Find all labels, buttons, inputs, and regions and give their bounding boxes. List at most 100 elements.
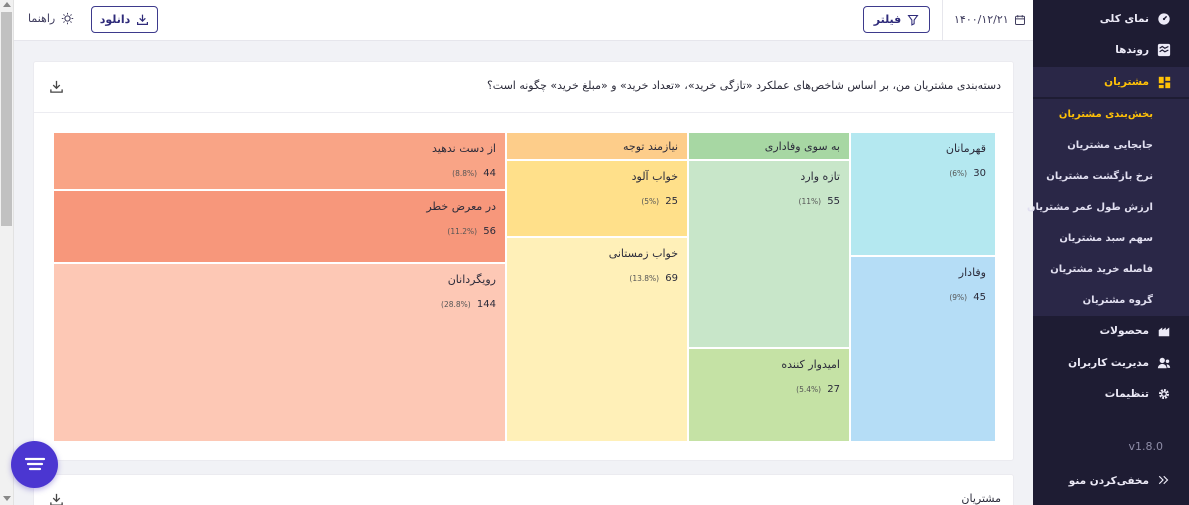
cell-label: در معرض خطر — [426, 200, 496, 213]
submenu-item-label: ارزش طول عمر مشتریان — [1026, 202, 1153, 213]
submenu-item-cohorts[interactable]: گروه مشتریان — [1033, 285, 1189, 316]
download-label: دانلود — [99, 13, 131, 26]
sidebar: نمای کلی روندها مشتریان بخش‌بندی مشتریان… — [1027, 0, 1189, 505]
customers-submenu: بخش‌بندی مشتریان جابجایی مشتریان نرخ باز… — [1027, 99, 1189, 316]
treemap-group-potential-loyalist: به سوی وفاداری — [688, 132, 850, 160]
menu-fab-button[interactable] — [11, 441, 58, 488]
submenu-item-label: نرخ بازگشت مشتریان — [1046, 171, 1153, 182]
submenu-item-return-rate[interactable]: نرخ بازگشت مشتریان — [1033, 161, 1189, 192]
cell-count: 45 — [973, 292, 986, 303]
sidebar-item-label: محصولات — [1099, 325, 1149, 337]
trends-icon — [1157, 43, 1171, 57]
users-icon — [1157, 356, 1171, 370]
cell-count: 69 — [665, 273, 678, 284]
segmentation-card: دسته‌بندی مشتریان من، بر اساس شاخص‌های ع… — [33, 61, 1014, 461]
treemap-cell-about-to-sleep[interactable]: خواب آلود (5%) 25 — [506, 160, 688, 237]
card-title: دسته‌بندی مشتریان من، بر اساس شاخص‌های ع… — [486, 79, 1001, 92]
cell-value: (9%) 45 — [949, 292, 986, 303]
help-link[interactable]: راهنما — [28, 12, 74, 25]
cell-value: (5.4%) 27 — [796, 384, 840, 395]
cell-percent: (28.8%) — [441, 300, 471, 309]
submenu-item-segmentation[interactable]: بخش‌بندی مشتریان — [1033, 99, 1189, 130]
page-scrollbar[interactable] — [0, 0, 14, 505]
collapse-menu-button[interactable]: مخفی‌کردن منو — [1033, 468, 1189, 494]
cell-count: 27 — [827, 384, 840, 395]
card-title: مشتریان — [961, 492, 1001, 505]
cell-percent: (8.8%) — [452, 169, 478, 178]
help-label: راهنما — [28, 12, 56, 25]
cell-count: 144 — [476, 299, 496, 310]
cell-count: 44 — [483, 168, 496, 179]
lightbulb-icon — [62, 12, 74, 25]
sidebar-item-user-management[interactable]: مدیریت کاربران — [1033, 348, 1189, 378]
treemap-cell-loyal[interactable]: وفادار (9%) 45 — [850, 256, 996, 442]
submenu-item-purchase-interval[interactable]: فاصله خرید مشتریان — [1033, 254, 1189, 285]
sidebar-item-products[interactable]: محصولات — [1033, 316, 1189, 346]
card-header: دسته‌بندی مشتریان من، بر اساس شاخص‌های ع… — [34, 62, 1013, 113]
cell-value: (11.2%) 56 — [447, 226, 496, 237]
cell-percent: (5%) — [641, 197, 660, 206]
download-icon[interactable] — [49, 492, 64, 505]
cell-value: (6%) 30 — [949, 168, 986, 179]
download-icon[interactable] — [49, 79, 64, 94]
cell-percent: (9%) — [949, 293, 968, 302]
cell-label: امیدوار کننده — [781, 358, 840, 371]
products-icon — [1157, 324, 1171, 338]
cell-value: (13.8%) 69 — [629, 273, 678, 284]
cell-label: رویگردانان — [447, 273, 496, 286]
cell-count: 25 — [665, 196, 678, 207]
date-picker[interactable]: ۱۴۰۰/۱۲/۲۱ — [954, 13, 1026, 26]
sidebar-item-label: تنظیمات — [1104, 388, 1149, 400]
lines-menu-icon — [24, 457, 45, 470]
treemap-cell-at-risk[interactable]: در معرض خطر (11.2%) 56 — [53, 190, 506, 263]
group-label: نیازمند توجه — [623, 140, 678, 153]
scrollbar-thumb[interactable] — [1, 12, 12, 226]
download-icon — [137, 14, 149, 25]
submenu-item-wallet-share[interactable]: سهم سبد مشتریان — [1033, 223, 1189, 254]
sidebar-item-settings[interactable]: تنظیمات — [1033, 379, 1189, 409]
topbar: راهنما دانلود فیلتر ۱۴۰۰/۱۲/۲۱ — [14, 0, 1033, 41]
cell-label: قهرمانان — [945, 142, 986, 155]
sidebar-item-label: روندها — [1115, 44, 1149, 56]
sidebar-item-trends[interactable]: روندها — [1033, 35, 1189, 65]
treemap-cell-promising[interactable]: امیدوار کننده (5.4%) 27 — [688, 348, 850, 442]
cell-value: (8.8%) 44 — [452, 168, 496, 179]
scroll-up-arrow[interactable] — [3, 2, 11, 7]
topbar-separator — [942, 0, 943, 41]
filter-button[interactable]: فیلتر — [863, 6, 930, 33]
treemap-cell-new-customers[interactable]: تازه وارد (11%) 55 — [688, 160, 850, 348]
cell-label: تازه وارد — [800, 170, 840, 183]
treemap-cell-lost[interactable]: رویگردانان (28.8%) 144 — [53, 263, 506, 442]
submenu-item-label: سهم سبد مشتریان — [1059, 233, 1153, 244]
grid-icon — [1157, 75, 1171, 89]
calendar-icon — [1014, 14, 1025, 25]
cell-percent: (5.4%) — [796, 385, 822, 394]
cell-label: از دست ندهید — [431, 142, 496, 155]
treemap-cell-hibernating[interactable]: خواب زمستانی (13.8%) 69 — [506, 237, 688, 442]
sidebar-item-label: نمای کلی — [1099, 13, 1149, 25]
cell-label: وفادار — [958, 266, 986, 279]
filter-icon — [907, 14, 919, 26]
submenu-item-lifetime-value[interactable]: ارزش طول عمر مشتریان — [1027, 192, 1189, 223]
sidebar-item-label: مدیریت کاربران — [1068, 357, 1149, 369]
submenu-item-label: جابجایی مشتریان — [1067, 140, 1153, 151]
dashboard-gauge-icon — [1157, 12, 1171, 26]
cell-label: خواب آلود — [631, 170, 678, 183]
submenu-item-label: بخش‌بندی مشتریان — [1058, 109, 1153, 120]
sidebar-item-customers[interactable]: مشتریان — [1033, 67, 1189, 97]
submenu-item-migration[interactable]: جابجایی مشتریان — [1033, 130, 1189, 161]
sidebar-item-label: مشتریان — [1104, 76, 1149, 88]
date-value: ۱۴۰۰/۱۲/۲۱ — [954, 13, 1009, 26]
submenu-item-label: گروه مشتریان — [1082, 295, 1153, 306]
treemap-cell-champions[interactable]: قهرمانان (6%) 30 — [850, 132, 996, 256]
cell-count: 55 — [827, 196, 840, 207]
sidebar-item-overview[interactable]: نمای کلی — [1033, 4, 1189, 34]
collapse-label: مخفی‌کردن منو — [1068, 475, 1149, 487]
download-button[interactable]: دانلود — [91, 6, 158, 33]
scroll-down-arrow[interactable] — [3, 496, 11, 501]
double-chevron-icon — [1157, 474, 1169, 489]
cell-percent: (11%) — [798, 197, 822, 206]
submenu-item-label: فاصله خرید مشتریان — [1050, 264, 1153, 275]
cell-count: 30 — [973, 168, 986, 179]
treemap-cell-cant-lose[interactable]: از دست ندهید (8.8%) 44 — [53, 132, 506, 190]
